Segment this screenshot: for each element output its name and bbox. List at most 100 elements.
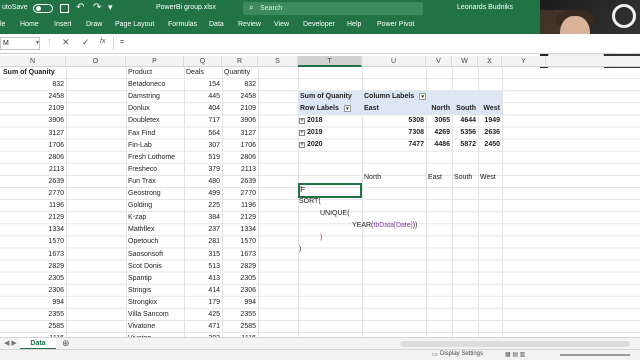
pivot-column-labels[interactable]: Column Labels ▾ [362,91,502,103]
deals-cell[interactable]: 413 [184,273,220,285]
quantity-cell[interactable]: 2113 [222,164,256,176]
column-header-x[interactable]: X [478,56,502,67]
sum-cell[interactable]: 2306 [2,285,64,297]
deals-cell[interactable]: 179 [184,297,220,309]
tab-draw[interactable]: Draw [86,21,102,28]
filter-dropdown-icon[interactable]: ▾ [343,104,351,112]
product-cell[interactable]: Mathflex [128,224,184,236]
pivot-region-east[interactable]: East [362,103,426,115]
product-cell[interactable]: Fun Trax [128,176,184,188]
filter-dropdown-icon[interactable]: ▾ [419,92,427,100]
pivot-region-north[interactable]: North [426,103,452,115]
sum-cell[interactable]: 2829 [2,261,64,273]
view-mode-icons[interactable]: ▦ ▤ ▥ [505,351,525,358]
pivot-row-labels[interactable]: Row Labels ▾ [298,103,362,115]
insert-function-icon[interactable]: fx [100,38,105,45]
quantity-cell[interactable]: 1706 [222,140,256,152]
tab-developer[interactable]: Developer [303,21,335,28]
pivot-value-cell[interactable]: 5308 [362,115,424,127]
region-header-north[interactable]: North [362,172,426,184]
product-cell[interactable]: Saosonsoft [128,249,184,261]
undo-icon[interactable]: ↶ [76,2,84,13]
tab-data[interactable]: Data [209,21,224,28]
region-header-east[interactable]: East [428,172,452,184]
expand-icon[interactable]: + [299,130,305,136]
product-cell[interactable]: Fresheco [128,164,184,176]
column-header-t[interactable]: T [298,56,362,67]
zoom-slider[interactable] [560,354,630,356]
sum-cell[interactable]: 2355 [2,309,64,321]
deals-cell[interactable]: 154 [184,79,220,91]
deals-cell[interactable]: 315 [184,249,220,261]
deals-cell[interactable]: 471 [184,321,220,333]
deals-cell[interactable]: 384 [184,212,220,224]
sum-cell[interactable]: 2113 [2,164,64,176]
quantity-cell[interactable]: 2458 [222,91,256,103]
pivot-value-cell[interactable]: 4644 [452,115,476,127]
product-cell[interactable]: Opetouch [128,236,184,248]
pivot-value-cell[interactable]: 7477 [362,139,424,151]
product-cell[interactable]: Villa Sancom [128,309,184,321]
user-name[interactable]: Leonards Budniks [457,4,513,11]
pivot-value-cell[interactable]: 5872 [452,139,476,151]
quantity-cell[interactable]: 1673 [222,249,256,261]
sum-cell[interactable]: 2458 [2,91,64,103]
sum-cell[interactable]: 1706 [2,140,64,152]
quantity-cell[interactable]: 2129 [222,212,256,224]
quantity-cell[interactable]: 2306 [222,285,256,297]
quantity-cell[interactable]: 3906 [222,115,256,127]
deals-cell[interactable]: 519 [184,152,220,164]
formula-input[interactable]: = [113,37,633,50]
sum-cell[interactable]: 3906 [2,115,64,127]
product-cell[interactable]: Doubletex [128,115,184,127]
product-cell[interactable]: Scot Donis [128,261,184,273]
product-cell[interactable]: Donlux [128,103,184,115]
deals-cell[interactable]: 307 [184,140,220,152]
product-cell[interactable]: Betadoneco [128,79,184,91]
sheet-nav-icon[interactable]: ◀ ▶ [4,339,17,347]
cancel-icon[interactable]: ✕ [62,37,70,48]
tab-power-pivot[interactable]: Power Pivot [377,21,414,28]
search-box[interactable]: ⌕ Search [243,2,423,15]
chevron-down-icon[interactable]: ▼ [35,40,40,46]
product-header[interactable]: Product [128,67,184,79]
tab-review[interactable]: Review [238,21,261,28]
tab-file[interactable]: le [0,21,5,28]
pivot-corner[interactable]: Sum of Quanity [298,91,362,103]
deals-cell[interactable]: 564 [184,128,220,140]
deals-cell[interactable]: 414 [184,285,220,297]
sum-cell[interactable]: 832 [2,79,64,91]
quantity-cell[interactable]: 2305 [222,273,256,285]
sum-cell[interactable]: 2585 [2,321,64,333]
column-header-s[interactable]: S [258,56,298,67]
pivot-row-label[interactable]: +2019 [299,127,361,139]
sum-cell[interactable]: 1673 [2,249,64,261]
pivot-region-south[interactable]: South [452,103,478,115]
worksheet-grid[interactable]: Sum of Quanity Product Deals Quantity 83… [0,67,640,337]
quantity-cell[interactable]: 2829 [222,261,256,273]
product-cell[interactable]: Fresh Lothome [128,152,184,164]
quantity-cell[interactable]: 3127 [222,128,256,140]
quantity-cell[interactable]: 832 [222,79,256,91]
product-cell[interactable]: Golding [128,200,184,212]
sum-cell[interactable]: 2305 [2,273,64,285]
deals-cell[interactable]: 425 [184,309,220,321]
quantity-header[interactable]: Quantity [224,67,258,79]
tab-insert[interactable]: Insert [54,21,72,28]
pivot-value-cell[interactable]: 2636 [478,127,500,139]
product-cell[interactable]: K-zap [128,212,184,224]
pivot-row-label[interactable]: +2020 [299,139,361,151]
quantity-cell[interactable]: 2109 [222,103,256,115]
expand-icon[interactable]: + [299,142,305,148]
expand-icon[interactable]: + [299,118,305,124]
quantity-cell[interactable]: 994 [222,297,256,309]
sum-cell[interactable]: 3127 [2,128,64,140]
product-cell[interactable]: Fax Find [128,128,184,140]
product-cell[interactable]: Damstring [128,91,184,103]
sum-cell[interactable]: 2806 [2,152,64,164]
sum-cell[interactable]: 994 [2,297,64,309]
deals-cell[interactable]: 513 [184,261,220,273]
pivot-value-cell[interactable]: 2450 [478,139,500,151]
sum-cell[interactable]: 2770 [2,188,64,200]
sum-cell[interactable]: 2109 [2,103,64,115]
